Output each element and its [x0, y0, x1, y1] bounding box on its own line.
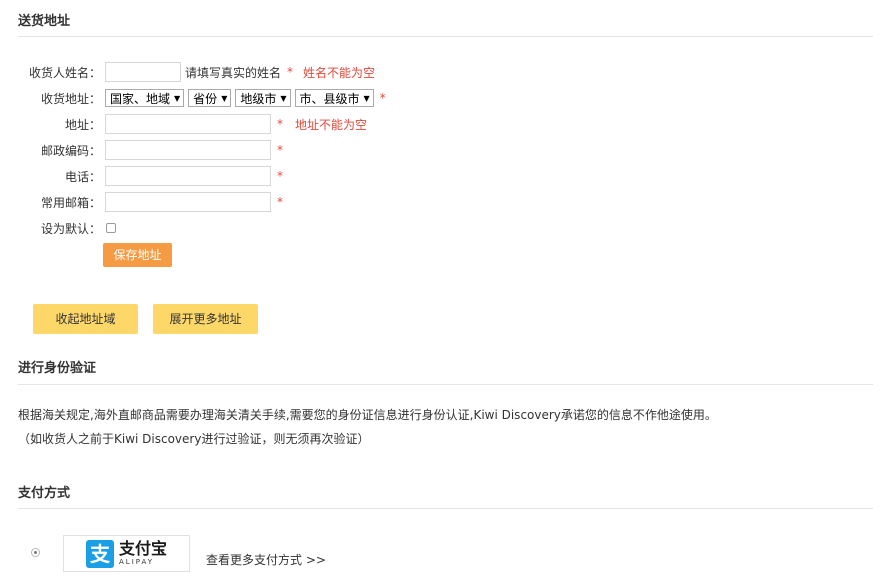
collapse-address-button[interactable]: 收起地址域 — [33, 304, 138, 334]
region-row: 收货地址： 国家、地域 ▼ 省份 ▼ 地级市 ▼ 市、县级市 ▼ * — [0, 87, 386, 109]
city-select-value: 地级市 — [240, 91, 277, 106]
more-payment-link[interactable]: 查看更多支付方式 >> — [206, 551, 326, 568]
county-select[interactable]: 市、县级市 ▼ — [294, 89, 374, 107]
alipay-wordmark: 支付宝 ALIPAY — [119, 541, 167, 566]
country-select-value: 国家、地域 — [110, 91, 171, 106]
address-required-mark: * — [277, 117, 283, 131]
payment-divider — [18, 508, 873, 509]
address-input[interactable] — [105, 114, 271, 134]
phone-label: 电话： — [64, 169, 101, 184]
email-label: 常用邮箱： — [40, 195, 101, 210]
email-input[interactable] — [105, 192, 271, 212]
region-label: 收货地址： — [40, 91, 101, 106]
identity-notice: 根据海关规定,海外直邮商品需要办理海关清关手续,需要您的身份证信息进行身份认证,… — [18, 408, 717, 422]
expand-address-button[interactable]: 展开更多地址 — [153, 304, 258, 334]
chevron-down-icon: ▼ — [280, 93, 287, 103]
name-error: 姓名不能为空 — [303, 65, 376, 80]
address-label: 地址： — [64, 117, 101, 132]
chevron-down-icon: ▼ — [363, 93, 370, 103]
default-row: 设为默认： — [0, 217, 116, 239]
alipay-icon: 支 — [86, 539, 114, 568]
region-required-mark: * — [379, 91, 386, 105]
identity-subnotice: （如收货人之前于Kiwi Discovery进行过验证，则无须再次验证） — [18, 432, 370, 446]
alipay-option[interactable]: 支 支付宝 ALIPAY — [63, 535, 190, 572]
postcode-required-mark: * — [277, 143, 283, 157]
default-label: 设为默认： — [40, 221, 101, 236]
country-select[interactable]: 国家、地域 ▼ — [105, 89, 185, 107]
postcode-input[interactable] — [105, 140, 271, 160]
email-required-mark: * — [277, 195, 283, 209]
save-address-button[interactable]: 保存地址 — [103, 243, 172, 267]
postcode-label: 邮政编码： — [40, 143, 101, 158]
phone-input[interactable] — [105, 166, 271, 186]
alipay-name: 支付宝 — [119, 539, 168, 558]
name-row: 收货人姓名： 请填写真实的姓名 * 姓名不能为空 — [0, 61, 375, 83]
postcode-row: 邮政编码： * — [0, 139, 283, 161]
alipay-english-name: ALIPAY — [119, 558, 155, 566]
province-select-value: 省份 — [193, 91, 218, 106]
address-error: 地址不能为空 — [295, 117, 368, 132]
default-checkbox[interactable] — [106, 223, 116, 233]
province-select[interactable]: 省份 ▼ — [188, 89, 232, 107]
name-input[interactable] — [105, 62, 181, 82]
chevron-down-icon: ▼ — [221, 93, 228, 103]
identity-title: 进行身份验证 — [18, 361, 97, 376]
payment-title: 支付方式 — [18, 486, 71, 501]
address-row: 地址： * 地址不能为空 — [0, 113, 367, 135]
shipping-title: 送货地址 — [18, 14, 71, 29]
chevron-down-icon: ▼ — [174, 93, 181, 103]
name-required-mark: * — [287, 65, 294, 79]
shipping-divider — [18, 36, 873, 37]
city-select[interactable]: 地级市 ▼ — [235, 89, 291, 107]
alipay-radio[interactable] — [31, 548, 40, 557]
county-select-value: 市、县级市 — [299, 91, 360, 106]
identity-divider — [18, 384, 873, 385]
email-row: 常用邮箱： * — [0, 191, 283, 213]
name-hint: 请填写真实的姓名 — [185, 65, 282, 80]
name-label: 收货人姓名： — [28, 65, 101, 80]
phone-row: 电话： * — [0, 165, 283, 187]
phone-required-mark: * — [277, 169, 283, 183]
